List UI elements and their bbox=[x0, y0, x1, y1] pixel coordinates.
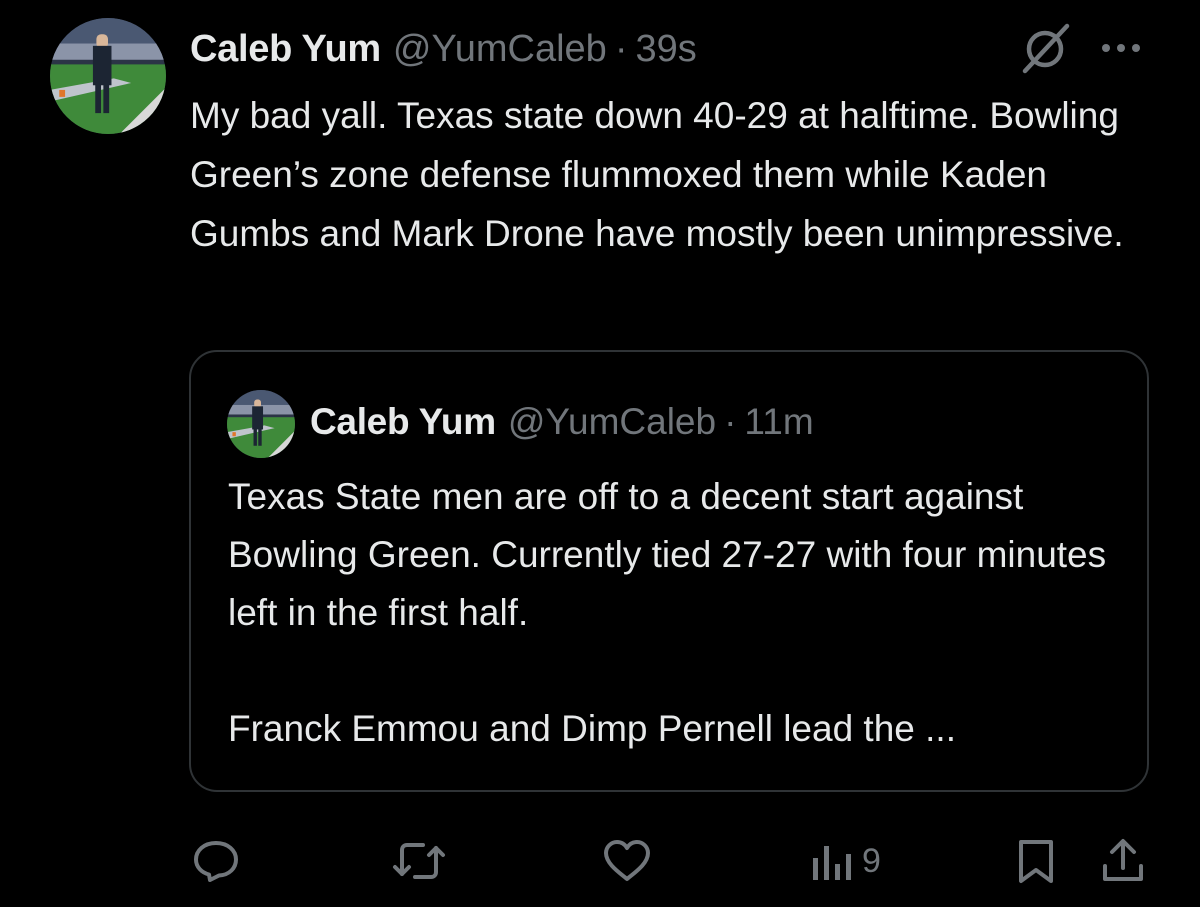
quoted-tweet-header: Caleb Yum @YumCaleb · 11m bbox=[310, 396, 814, 448]
retweet-icon bbox=[392, 838, 446, 884]
quoted-author-name: Caleb Yum bbox=[310, 401, 496, 442]
share-button[interactable] bbox=[1100, 836, 1146, 886]
quoted-text-paragraph-1: Texas State men are off to a decent star… bbox=[228, 476, 1107, 633]
quoted-separator-dot: · bbox=[724, 401, 737, 442]
more-icon[interactable] bbox=[1096, 38, 1146, 58]
tweet-timestamp[interactable]: 39s bbox=[635, 28, 696, 71]
reply-icon bbox=[192, 838, 240, 884]
quoted-tweet-text: Texas State men are off to a decent star… bbox=[228, 468, 1128, 758]
views-icon bbox=[810, 838, 854, 884]
like-icon bbox=[602, 838, 652, 884]
share-icon bbox=[1100, 837, 1146, 885]
quoted-author-handle: @YumCaleb bbox=[507, 401, 717, 442]
like-button[interactable] bbox=[602, 836, 652, 886]
author-handle[interactable]: @YumCaleb bbox=[393, 28, 607, 71]
quoted-text-paragraph-2: Franck Emmou and Dimp Pernell lead the .… bbox=[228, 708, 956, 749]
retweet-button[interactable] bbox=[392, 836, 446, 886]
avatar[interactable] bbox=[50, 18, 166, 134]
bookmark-button[interactable] bbox=[1016, 836, 1056, 886]
tweet-text: My bad yall. Texas state down 40-29 at h… bbox=[190, 95, 1124, 254]
quoted-tweet-timestamp: 11m bbox=[744, 401, 814, 442]
author-name[interactable]: Caleb Yum bbox=[190, 28, 381, 71]
separator-dot: · bbox=[614, 27, 628, 70]
views-count: 9 bbox=[862, 841, 881, 880]
tweet-header: Caleb Yum @YumCaleb · 39s bbox=[190, 24, 697, 74]
grok-icon[interactable] bbox=[1016, 22, 1074, 74]
views-button[interactable]: 9 bbox=[810, 836, 881, 886]
quoted-avatar bbox=[227, 390, 295, 458]
bookmark-icon bbox=[1016, 837, 1056, 885]
reply-button[interactable] bbox=[192, 836, 240, 886]
